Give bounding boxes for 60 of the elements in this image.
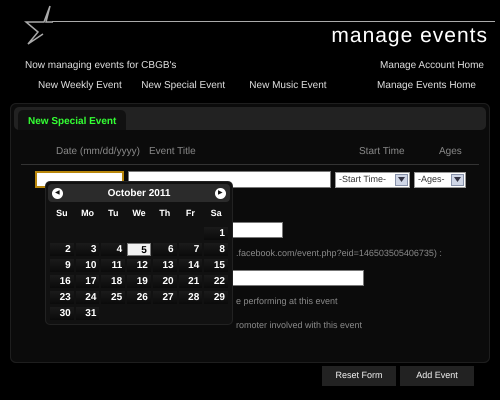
calendar-day[interactable]: 8 [204, 242, 228, 256]
form-label: e performing at this event [236, 296, 338, 306]
page-title: manage events [331, 23, 488, 49]
calendar-day[interactable]: 12 [127, 258, 151, 272]
weekday-label: Th [158, 207, 172, 220]
calendar-day[interactable]: 6 [152, 242, 177, 256]
calendar-day[interactable]: 27 [152, 290, 177, 304]
column-header: Ages [439, 145, 462, 159]
calendar-day[interactable]: 2 [50, 242, 74, 256]
calendar-day[interactable]: 23 [50, 290, 74, 304]
calendar-day[interactable]: 14 [178, 258, 202, 272]
account-home-link[interactable]: Manage Account Home [380, 58, 484, 73]
calendar-day[interactable]: 13 [152, 258, 177, 272]
calendar-day[interactable]: 3 [76, 242, 100, 256]
weekday-label: Tu [107, 207, 120, 220]
calendar-day[interactable]: 4 [101, 242, 126, 256]
calendar-day[interactable]: 15 [204, 258, 228, 272]
nav-link[interactable]: New Music Event [249, 78, 378, 93]
calendar-day[interactable]: 25 [101, 290, 126, 304]
calendar-day[interactable]: 7 [178, 242, 202, 256]
column-header: Event Title [149, 145, 197, 159]
calendar-day[interactable]: 19 [127, 274, 151, 288]
weekday-label: Sa [210, 207, 223, 220]
column-header: Date (mm/dd/yyyy) [56, 145, 141, 159]
calendar-day[interactable]: 22 [204, 274, 228, 288]
form-button[interactable]: Reset Form [322, 366, 396, 386]
calendar-day[interactable]: 16 [50, 274, 74, 288]
calendar-day[interactable]: 31 [76, 306, 100, 320]
calendar-day[interactable]: 20 [152, 274, 177, 288]
month-title: October 2011 [108, 186, 170, 200]
form-label: .facebook.com/event.php?eid=146503505406735) : [236, 248, 442, 258]
calendar-day[interactable]: 9 [50, 258, 74, 272]
calendar-day[interactable]: 26 [127, 290, 151, 304]
start-time-select[interactable]: -Start Time- [335, 172, 410, 188]
ages-select[interactable]: -Ages- [414, 172, 466, 188]
weekday-label: Mo [80, 207, 96, 220]
calendar-day[interactable]: 29 [204, 290, 228, 304]
calendar-day[interactable]: 24 [76, 290, 100, 304]
form-label: romoter involved with this event [236, 320, 362, 330]
nav-link[interactable]: Manage Events Home [377, 78, 476, 93]
nav-link[interactable]: New Special Event [141, 78, 250, 93]
weekday-label: We [131, 207, 147, 220]
calendar-day[interactable]: 11 [101, 258, 126, 272]
caret-icon [454, 177, 461, 182]
calendar-day[interactable]: 10 [76, 258, 100, 272]
calendar-day[interactable]: 18 [101, 274, 126, 288]
tab[interactable]: New Special Event [18, 110, 126, 130]
calendar-day[interactable]: 1 [204, 226, 228, 240]
calendar-day[interactable]: 5 [127, 242, 151, 256]
calendar-day[interactable]: 21 [178, 274, 202, 288]
calendar-day[interactable]: 30 [50, 306, 74, 320]
calendar-day[interactable]: 28 [178, 290, 202, 304]
weekday-label: Fr [184, 207, 196, 220]
form-button[interactable]: Add Event [400, 366, 474, 386]
calendar-day[interactable]: 17 [76, 274, 100, 288]
nav-link[interactable]: New Weekly Event [38, 78, 142, 93]
managing-text: Now managing events for CBGB's [25, 59, 176, 73]
caret-icon [398, 177, 405, 182]
column-header: Start Time [359, 145, 406, 159]
weekday-label: Su [55, 207, 69, 220]
